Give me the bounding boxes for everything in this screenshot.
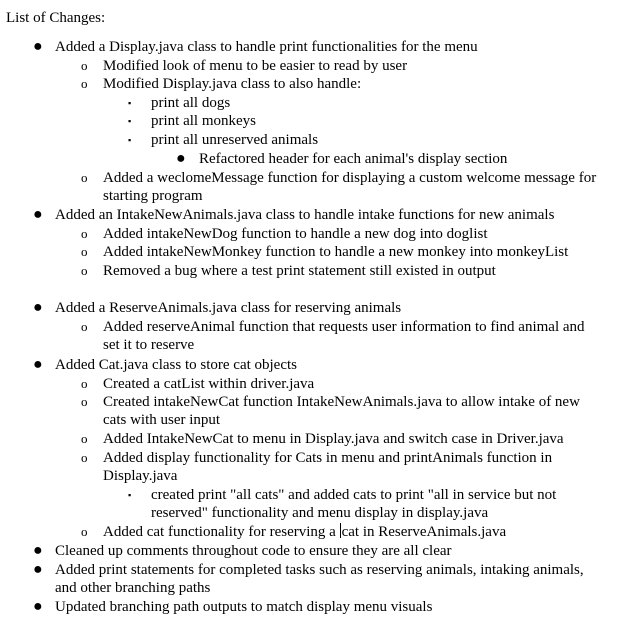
list-item-continuation: reserved" functionality and menu display… (151, 505, 489, 521)
bullet-circle-icon: o (81, 244, 88, 259)
bullet-circle-icon: o (81, 263, 88, 278)
list-item-continuation: set it to reserve (103, 337, 195, 353)
bullet-disc-icon: ● (33, 542, 43, 559)
list-item: Cleaned up comments throughout code to e… (55, 543, 452, 559)
bullet-disc-icon: ● (33, 206, 43, 223)
list-item: Added reserveAnimal function that reques… (103, 319, 585, 335)
list-item: Added cat functionality for reserving a … (103, 523, 506, 541)
bullet-circle-icon: o (81, 376, 88, 391)
list-item: Added an IntakeNewAnimals.java class to … (55, 207, 555, 223)
list-item-continuation: Display.java (103, 468, 178, 484)
bullet-circle-icon: o (81, 226, 88, 241)
list-item: created print "all cats" and added cats … (151, 487, 557, 503)
list-item: Created a catList within driver.java (103, 376, 315, 392)
bullet-circle-icon: o (81, 58, 88, 73)
list-item: Added a Display.java class to handle pri… (55, 39, 478, 55)
list-item: Added intakeNewDog function to handle a … (103, 226, 488, 242)
bullet-square-icon: ▪ (128, 490, 132, 500)
list-item: Added print statements for completed tas… (55, 562, 584, 578)
list-item-text-part: cat in ReserveAnimals.java (341, 524, 507, 540)
list-item-continuation: and other branching paths (55, 580, 211, 596)
bullet-circle-icon: o (81, 76, 88, 91)
list-item: Added a ReserveAnimals.java class for re… (55, 300, 402, 316)
text-cursor[interactable] (339, 523, 341, 538)
document-page: List of Changes: ● Added a Display.java … (0, 0, 643, 639)
bullet-circle-icon: o (81, 431, 88, 446)
page-title: List of Changes: (6, 10, 106, 26)
list-item-continuation: cats with user input (103, 412, 221, 428)
list-item: print all unreserved animals (151, 132, 319, 148)
bullet-disc-icon: ● (33, 38, 43, 55)
list-item: Added display functionality for Cats in … (103, 450, 553, 466)
list-item: Created intakeNewCat function IntakeNewA… (103, 394, 580, 410)
bullet-disc-icon: ● (33, 299, 43, 316)
list-item: Removed a bug where a test print stateme… (103, 263, 496, 279)
bullet-disc-icon: ● (33, 598, 43, 615)
list-item-text-part: Added cat functionality for reserving a (103, 524, 340, 540)
list-item: Modified look of menu to be easier to re… (103, 58, 408, 74)
bullet-square-icon: ▪ (128, 116, 132, 126)
list-item: Added a weclomeMessage function for disp… (103, 170, 597, 186)
bullet-disc-icon: ● (33, 356, 43, 373)
bullet-circle-icon: o (81, 319, 88, 334)
bullet-disc-icon: ● (33, 561, 43, 578)
bullet-circle-icon: o (81, 394, 88, 409)
bullet-square-icon: ▪ (128, 135, 132, 145)
list-item: print all dogs (151, 95, 231, 111)
list-item: Refactored header for each animal's disp… (199, 151, 508, 167)
list-item: print all monkeys (151, 113, 256, 129)
bullet-square-icon: ▪ (128, 98, 132, 108)
bullet-circle-icon: o (81, 170, 88, 185)
list-item: Added intakeNewMonkey function to handle… (103, 244, 569, 260)
bullet-circle-icon: o (81, 524, 88, 539)
list-item: Added IntakeNewCat to menu in Display.ja… (103, 431, 564, 447)
list-item: Updated branching path outputs to match … (55, 599, 433, 615)
list-item: Added Cat.java class to store cat object… (55, 357, 298, 373)
bullet-circle-icon: o (81, 450, 88, 465)
bullet-disc-icon: ● (176, 150, 186, 167)
list-item-continuation: starting program (103, 188, 203, 204)
list-item: Modified Display.java class to also hand… (103, 76, 362, 92)
